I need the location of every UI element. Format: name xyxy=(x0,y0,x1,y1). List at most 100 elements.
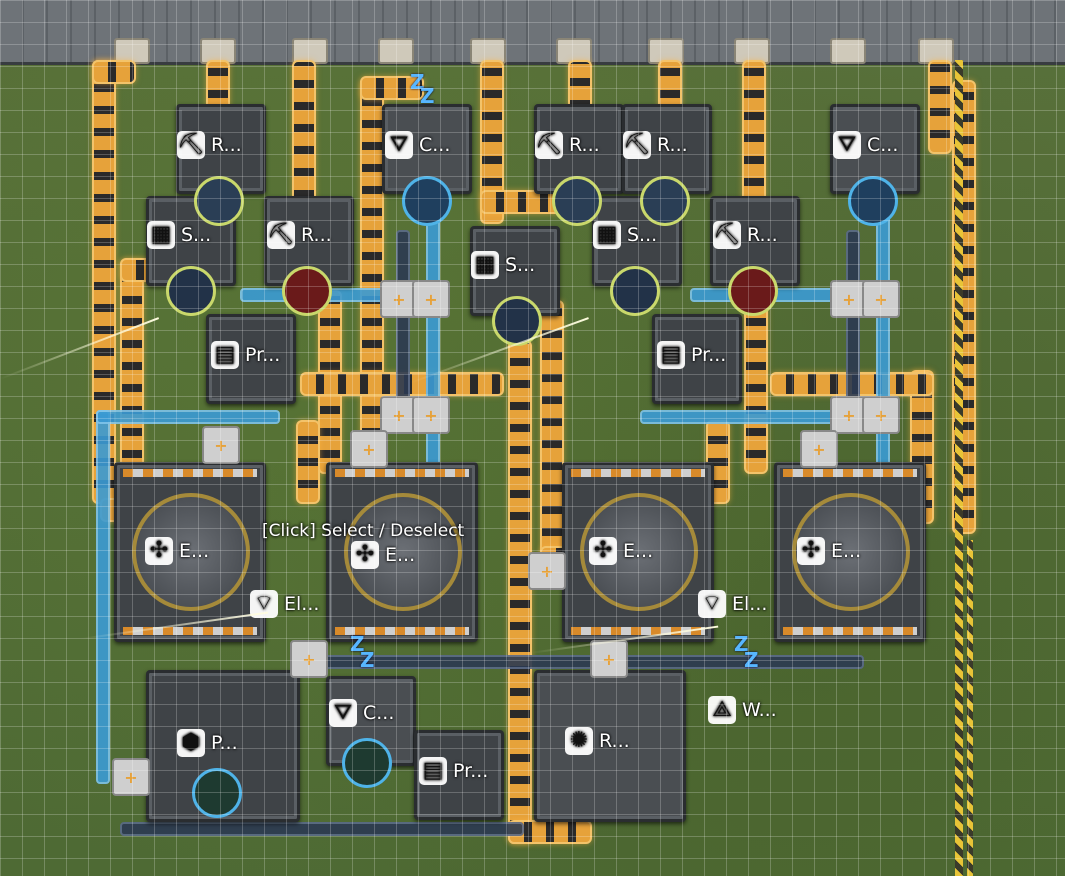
fluid-pipe-dark[interactable] xyxy=(396,230,410,414)
pump-icon: ⬢ xyxy=(177,729,205,757)
rail-track xyxy=(955,60,963,876)
reactor-icon: ✺ xyxy=(565,727,593,755)
machine-label: R... xyxy=(599,730,630,752)
refinery-icon: ⛏ xyxy=(535,131,563,159)
machine-label: R... xyxy=(657,134,688,156)
pipe-junction[interactable]: + xyxy=(412,280,450,318)
machine-label: R... xyxy=(747,224,778,246)
packer-machine[interactable]: ▤ Pr... xyxy=(206,314,296,404)
conveyor-belt[interactable] xyxy=(292,60,316,214)
water-icon: ⟁ xyxy=(708,696,736,724)
machine-label: C... xyxy=(419,134,451,156)
refinery-icon: ⛏ xyxy=(713,221,741,249)
machine-label: Pr... xyxy=(245,344,281,366)
stone-output-icon xyxy=(610,266,660,316)
machine-label: S... xyxy=(505,254,536,276)
fluid-pipe[interactable] xyxy=(96,410,110,784)
electric-generator[interactable]: ✣ E... xyxy=(562,462,714,642)
collector-icon: ⛛ xyxy=(385,131,413,159)
water-well[interactable]: ⟁ W... xyxy=(708,696,777,724)
electric-generator[interactable]: ✣ E... xyxy=(326,462,478,642)
pipe-junction[interactable]: + xyxy=(290,640,328,678)
machine-label: R... xyxy=(211,134,242,156)
fan-icon: ✣ xyxy=(351,541,379,569)
ore-output-icon xyxy=(194,176,244,226)
machine-label: E... xyxy=(179,540,210,562)
packer-icon: ▤ xyxy=(657,341,685,369)
fan-icon: ✣ xyxy=(145,537,173,565)
collector-icon: ⛛ xyxy=(329,699,357,727)
belt-splitter[interactable]: + xyxy=(528,552,566,590)
pipe-junction[interactable]: + xyxy=(112,758,150,796)
fluid-pipe-dark[interactable] xyxy=(846,230,860,414)
sleep-indicator: Z xyxy=(420,84,435,108)
conveyor-belt[interactable] xyxy=(508,340,532,844)
ruby-output-icon xyxy=(282,266,332,316)
pipe-junction[interactable]: + xyxy=(202,426,240,464)
pipe-junction[interactable]: + xyxy=(862,280,900,318)
reactor-machine[interactable]: ✺ R... xyxy=(534,670,686,822)
machine-label: E... xyxy=(385,544,416,566)
pipe-junction[interactable]: + xyxy=(800,430,838,468)
conveyor-belt[interactable] xyxy=(928,60,952,154)
fluid-pipe[interactable] xyxy=(96,410,280,424)
machine-label: El... xyxy=(732,593,768,615)
fan-icon: ✣ xyxy=(797,537,825,565)
conveyor-belt[interactable] xyxy=(540,300,564,574)
packer-machine[interactable]: ▤ Pr... xyxy=(652,314,742,404)
fan-icon: ✣ xyxy=(589,537,617,565)
conveyor-belt[interactable] xyxy=(92,60,136,84)
rail-track xyxy=(967,540,973,876)
refinery-icon: ⛏ xyxy=(267,221,295,249)
antenna-icon: ⌔ xyxy=(698,590,726,618)
machine-label: W... xyxy=(742,699,777,721)
top-conveyor-wall xyxy=(0,0,1065,65)
conveyor-belt[interactable] xyxy=(744,300,768,474)
water-drop-icon xyxy=(848,176,898,226)
machine-label: C... xyxy=(867,134,899,156)
machine-label: Pr... xyxy=(691,344,727,366)
ore-output-icon xyxy=(552,176,602,226)
green-drop-icon xyxy=(192,768,242,818)
water-drop-icon xyxy=(402,176,452,226)
refinery-icon: ⛏ xyxy=(623,131,651,159)
machine-label: R... xyxy=(569,134,600,156)
input-port[interactable] xyxy=(830,38,866,64)
refinery-icon: ⛏ xyxy=(177,131,205,159)
machine-label: E... xyxy=(623,540,654,562)
cursor-tooltip: [Click] Select / Deselect xyxy=(262,521,465,541)
pipe-junction[interactable]: + xyxy=(862,396,900,434)
machine-label: S... xyxy=(627,224,658,246)
pipe-junction[interactable]: + xyxy=(412,396,450,434)
game-viewport[interactable]: ⛏ R... ⛏ R... ⛏ R... ⛏ R... ⛏ R... ⛛ C..… xyxy=(0,0,1065,876)
shredder-icon: ▦ xyxy=(593,221,621,249)
ore-output-icon xyxy=(640,176,690,226)
packer-icon: ▤ xyxy=(419,757,447,785)
packer-machine[interactable]: ▤ Pr... xyxy=(414,730,504,820)
machine-label: El... xyxy=(284,593,320,615)
fluid-pipe-dark[interactable] xyxy=(300,655,864,669)
shredder-icon: ▦ xyxy=(147,221,175,249)
machine-label: E... xyxy=(831,540,862,562)
machine-label: Pr... xyxy=(453,760,489,782)
fluid-pipe-dark[interactable] xyxy=(120,822,524,836)
machine-label: C... xyxy=(363,702,395,724)
conveyor-belt[interactable] xyxy=(120,260,144,474)
machine-label: S... xyxy=(181,224,212,246)
conveyor-belt[interactable] xyxy=(296,420,320,504)
ruby-output-icon xyxy=(728,266,778,316)
input-port[interactable] xyxy=(378,38,414,64)
relay-tower[interactable]: ⌔ El... xyxy=(698,590,767,618)
machine-label: P... xyxy=(211,732,238,754)
machine-label: R... xyxy=(301,224,332,246)
electric-generator[interactable]: ✣ E... xyxy=(774,462,926,642)
pipe-junction[interactable]: + xyxy=(350,430,388,468)
shredder-icon: ▦ xyxy=(471,251,499,279)
packer-icon: ▤ xyxy=(211,341,239,369)
green-drop-icon xyxy=(342,738,392,788)
collector-icon: ⛛ xyxy=(833,131,861,159)
sleep-indicator: Z xyxy=(360,648,375,672)
sleep-indicator: Z xyxy=(744,648,759,672)
pipe-junction[interactable]: + xyxy=(590,640,628,678)
stone-output-icon xyxy=(166,266,216,316)
